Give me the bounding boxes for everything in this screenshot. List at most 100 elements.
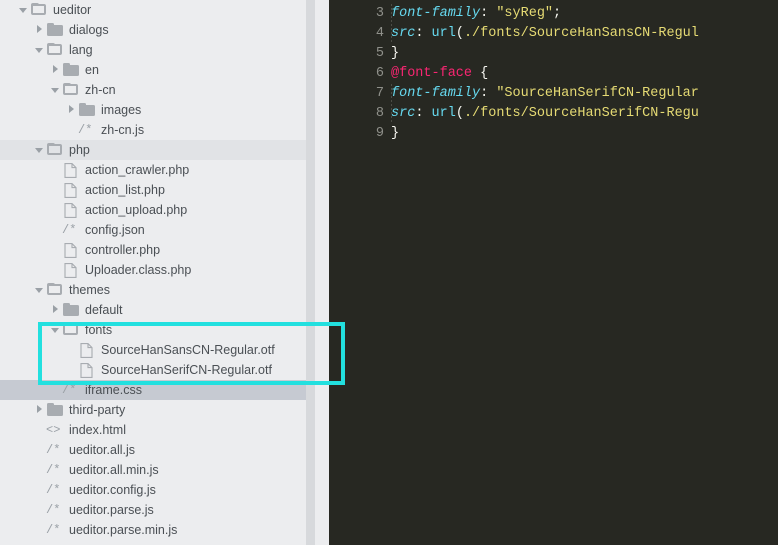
- code-token: ./fonts/SourceHanSerifCN-Regu: [463, 106, 699, 121]
- code-token: url: [431, 106, 456, 121]
- tree-row-label: ueditor.parse.min.js: [69, 523, 178, 537]
- code-token: ./fonts/SourceHanSansCN-Regul: [463, 26, 699, 41]
- code-line[interactable]: 9}: [329, 124, 778, 144]
- tree-row[interactable]: dialogs: [0, 20, 314, 40]
- tree-row[interactable]: /* ueditor.all.js: [0, 440, 314, 460]
- tree-row[interactable]: en: [0, 60, 314, 80]
- tree-row-label: ueditor.parse.js: [69, 503, 154, 517]
- code-text: src: url(./fonts/SourceHanSansCN-Regul: [384, 24, 699, 44]
- tree-row-label: zh-cn.js: [101, 123, 145, 137]
- folder-icon: [79, 103, 96, 117]
- chevron-down-icon[interactable]: [18, 0, 29, 20]
- code-token: }: [391, 46, 400, 61]
- tree-row-label: controller.php: [85, 243, 161, 257]
- code-token: :: [415, 26, 432, 41]
- folder-open-icon: [63, 83, 80, 97]
- line-number: 7: [375, 86, 384, 101]
- tree-row[interactable]: /* iframe.css: [0, 380, 314, 400]
- tree-row[interactable]: controller.php: [0, 240, 314, 260]
- code-content[interactable]: 2@font-face {3 font-family: "syReg";4 sr…: [329, 0, 778, 144]
- tree-row[interactable]: SourceHanSansCN-Regular.otf: [0, 340, 314, 360]
- scrollbar-thumb[interactable]: [306, 0, 315, 545]
- tree-row-label: action_list.php: [85, 183, 165, 197]
- tree-row[interactable]: php: [0, 140, 314, 160]
- folder-open-icon: [47, 43, 64, 57]
- tree-row[interactable]: lang: [0, 40, 314, 60]
- code-line[interactable]: 3 font-family: "syReg";: [329, 4, 778, 24]
- code-text: }: [384, 44, 399, 64]
- tree-row[interactable]: /* ueditor.all.min.js: [0, 460, 314, 480]
- tree-row-label: Uploader.class.php: [85, 263, 192, 277]
- tree-row[interactable]: /* zh-cn.js: [0, 120, 314, 140]
- tree-row[interactable]: /* ueditor.config.js: [0, 480, 314, 500]
- tree-row[interactable]: zh-cn: [0, 80, 314, 100]
- tree-row[interactable]: ueditor: [0, 0, 314, 20]
- chevron-down-icon[interactable]: [34, 140, 45, 160]
- tree-row[interactable]: fonts: [0, 320, 314, 340]
- code-token: "syReg": [496, 6, 554, 21]
- tree-row-label: default: [85, 303, 123, 317]
- folder-icon: [63, 303, 80, 317]
- chevron-right-icon[interactable]: [34, 20, 45, 40]
- folder-icon: [63, 63, 80, 77]
- tree-row[interactable]: action_crawler.php: [0, 160, 314, 180]
- tree-row[interactable]: third-party: [0, 400, 314, 420]
- tree-row[interactable]: default: [0, 300, 314, 320]
- code-token: font-family: [391, 86, 481, 101]
- js-icon: /*: [46, 443, 61, 457]
- code-token: src: [391, 26, 416, 41]
- tree-row[interactable]: action_upload.php: [0, 200, 314, 220]
- tree-row-label: lang: [69, 43, 93, 57]
- tree-row[interactable]: Uploader.class.php: [0, 260, 314, 280]
- code-line[interactable]: 8 src: url(./fonts/SourceHanSerifCN-Regu: [329, 104, 778, 124]
- code-token: ;: [553, 6, 562, 21]
- file-tree-sidebar: ueditor dialogs lang en zh-cn images /* zh-cn.j…: [0, 0, 329, 545]
- chevron-down-icon[interactable]: [50, 80, 61, 100]
- tree-row-label: dialogs: [69, 23, 109, 37]
- tree-row[interactable]: SourceHanSerifCN-Regular.otf: [0, 360, 314, 380]
- file-icon: [64, 262, 78, 278]
- tree-row[interactable]: <> index.html: [0, 420, 314, 440]
- line-number: 6: [375, 66, 384, 81]
- scrollbar-track[interactable]: [306, 0, 322, 545]
- chevron-right-icon[interactable]: [34, 400, 45, 420]
- line-number: 3: [375, 6, 384, 21]
- chevron-down-icon[interactable]: [50, 320, 61, 340]
- tree-row-label: SourceHanSerifCN-Regular.otf: [101, 363, 272, 377]
- chevron-right-icon[interactable]: [50, 60, 61, 80]
- tree-row[interactable]: action_list.php: [0, 180, 314, 200]
- tree-row[interactable]: images: [0, 100, 314, 120]
- file-tree[interactable]: ueditor dialogs lang en zh-cn images /* zh-cn.j…: [0, 0, 314, 540]
- indent-guide: [391, 104, 392, 124]
- chevron-right-icon[interactable]: [66, 100, 77, 120]
- chevron-down-icon[interactable]: [34, 280, 45, 300]
- tree-row-label: images: [101, 103, 142, 117]
- folder-open-icon: [63, 323, 80, 337]
- code-line[interactable]: 5}: [329, 44, 778, 64]
- tree-row[interactable]: /* ueditor.parse.min.js: [0, 520, 314, 540]
- tree-row[interactable]: /* ueditor.parse.js: [0, 500, 314, 520]
- tree-row[interactable]: themes: [0, 280, 314, 300]
- code-token: }: [391, 126, 400, 141]
- code-editor-pane[interactable]: 2@font-face {3 font-family: "syReg";4 sr…: [329, 0, 778, 545]
- code-line[interactable]: 4 src: url(./fonts/SourceHanSansCN-Regul: [329, 24, 778, 44]
- line-number: 4: [375, 26, 384, 41]
- code-token: :: [480, 86, 497, 101]
- code-line[interactable]: 6 @font-face {: [329, 64, 778, 84]
- chevron-right-icon[interactable]: [50, 300, 61, 320]
- js-icon: /*: [46, 503, 61, 517]
- code-line[interactable]: 7 font-family: "SourceHanSerifCN-Regular: [329, 84, 778, 104]
- json-icon: /*: [62, 223, 77, 237]
- tree-row[interactable]: /* config.json: [0, 220, 314, 240]
- chevron-down-icon[interactable]: [34, 40, 45, 60]
